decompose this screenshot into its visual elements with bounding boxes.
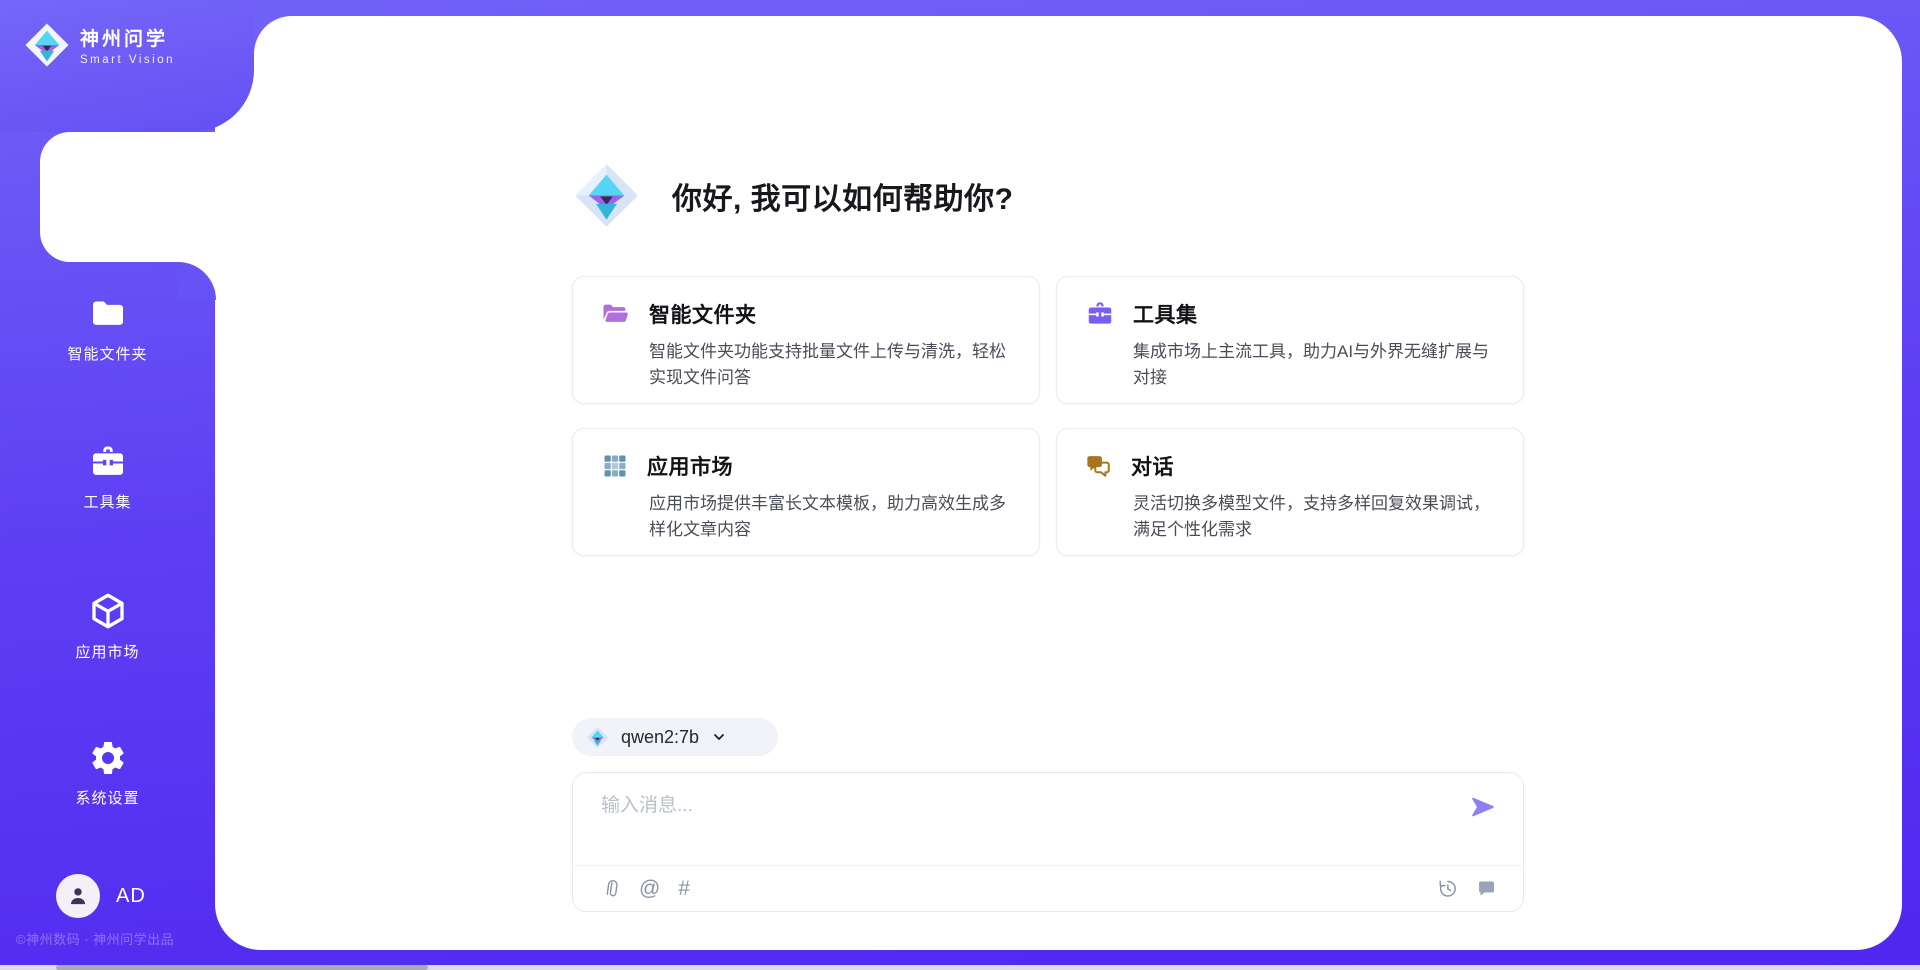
user-profile[interactable]: AD	[56, 874, 146, 918]
card-title: 对话	[1131, 451, 1174, 481]
app-logo: 神州问学 Smart Vision	[24, 22, 175, 68]
send-icon[interactable]	[1469, 793, 1497, 821]
app-tagline: Smart Vision	[80, 54, 175, 66]
grid-icon	[601, 452, 629, 480]
diamond-logo-icon	[573, 162, 640, 229]
sidebar-item-label: 工具集	[83, 491, 131, 512]
attachment-icon[interactable]	[601, 878, 621, 900]
card-smart-folder[interactable]: 智能文件夹 智能文件夹功能支持批量文件上传与清洗，轻松实现文件问答	[572, 276, 1040, 404]
horizontal-scrollbar[interactable]	[0, 965, 1920, 970]
briefcase-icon	[1085, 299, 1115, 329]
sidebar-item-label: 智能文件夹	[67, 343, 147, 364]
card-chat[interactable]: 对话 灵活切换多模型文件，支持多样回复效果调试，满足个性化需求	[1056, 428, 1524, 556]
model-name: qwen2:7b	[621, 727, 699, 748]
scrollbar-thumb[interactable]	[56, 965, 428, 970]
card-app-market[interactable]: 应用市场 应用市场提供丰富长文本模板，助力高效生成多样化文章内容	[572, 428, 1040, 556]
sidebar-item-smart-folder[interactable]: 智能文件夹	[0, 294, 215, 364]
sidebar-item-app-market[interactable]: 应用市场	[0, 590, 215, 662]
active-nav-bubble-curve	[178, 262, 216, 300]
sidebar-item-toolset[interactable]: 工具集	[0, 442, 215, 512]
card-description: 集成市场上主流工具，助力AI与外界无缝扩展与对接	[1133, 339, 1505, 391]
card-description: 灵活切换多模型文件，支持多样回复效果调试，满足个性化需求	[1133, 491, 1505, 543]
sidebar-item-label: 应用市场	[75, 641, 139, 662]
chat-bubbles-icon	[1085, 452, 1113, 480]
card-description: 应用市场提供丰富长文本模板，助力高效生成多样化文章内容	[649, 491, 1021, 543]
hashtag-icon[interactable]: #	[678, 879, 690, 899]
chat-bubble-icon[interactable]	[1476, 878, 1497, 899]
greeting-text: 你好, 我可以如何帮助你?	[672, 174, 1014, 218]
chevron-down-icon[interactable]	[711, 729, 727, 745]
active-nav-bubble	[40, 132, 216, 262]
gear-icon	[88, 738, 128, 778]
user-name: AD	[116, 885, 146, 908]
sidebar-item-settings[interactable]: 系统设置	[0, 738, 215, 808]
card-title: 智能文件夹	[649, 299, 757, 329]
cube-icon	[87, 590, 129, 632]
panel-corner-curve	[254, 16, 292, 54]
message-composer: @ #	[572, 772, 1524, 912]
main-content-panel: 你好, 我可以如何帮助你? 智能文件夹 智能文件夹功能支持批量文件上传与清洗，轻…	[215, 16, 1902, 950]
copyright-text: ©神州数码 · 神州问学出品	[16, 929, 216, 948]
briefcase-icon	[88, 442, 128, 482]
card-title: 应用市场	[647, 451, 733, 481]
mention-icon[interactable]: @	[639, 879, 660, 899]
history-icon[interactable]	[1437, 878, 1458, 899]
diamond-logo-icon	[24, 22, 70, 68]
user-avatar-icon	[56, 874, 100, 918]
diamond-logo-icon	[586, 726, 609, 749]
folder-icon	[88, 294, 128, 334]
sidebar-item-label: 系统设置	[75, 787, 139, 808]
message-input[interactable]	[601, 793, 1455, 817]
card-title: 工具集	[1133, 299, 1198, 329]
folder-open-icon	[601, 299, 631, 329]
app-name: 神州问学	[80, 24, 175, 51]
greeting-section: 你好, 我可以如何帮助你?	[573, 162, 1014, 229]
model-selector[interactable]: qwen2:7b	[572, 718, 778, 756]
card-description: 智能文件夹功能支持批量文件上传与清洗，轻松实现文件问答	[649, 339, 1021, 391]
card-toolset[interactable]: 工具集 集成市场上主流工具，助力AI与外界无缝扩展与对接	[1056, 276, 1524, 404]
feature-cards: 智能文件夹 智能文件夹功能支持批量文件上传与清洗，轻松实现文件问答 工具集 集成…	[572, 276, 1524, 556]
